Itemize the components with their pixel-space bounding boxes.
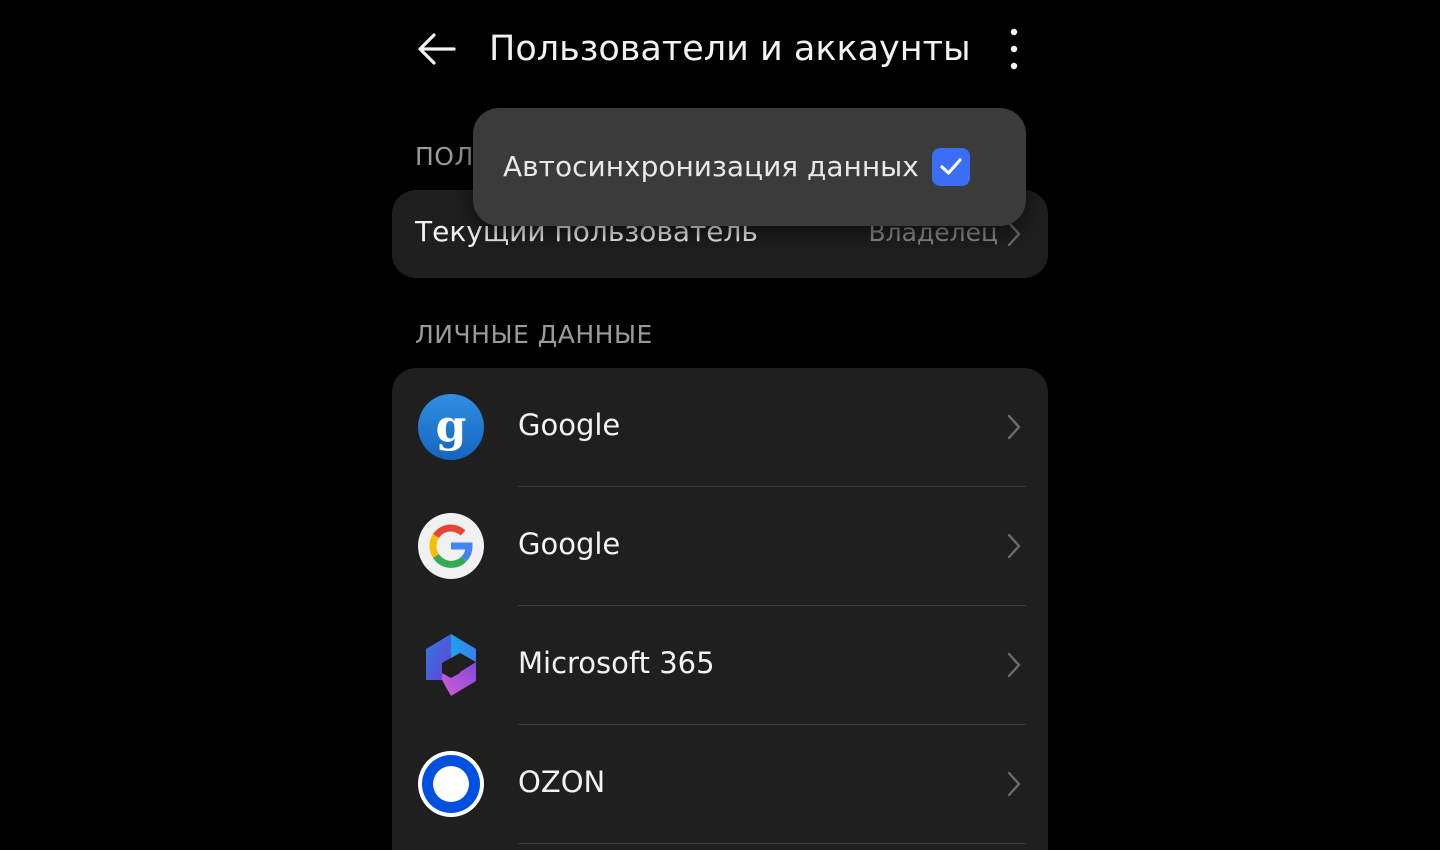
google-g-blue-icon: g: [418, 394, 484, 460]
more-vertical-icon: [1010, 28, 1018, 70]
checkmark-icon: [940, 158, 962, 175]
account-row-google-2[interactable]: Google: [392, 487, 1048, 606]
account-row-google-1[interactable]: g Google: [392, 368, 1048, 487]
chevron-right-icon: [1007, 414, 1021, 440]
section-label-users: ПОЛ: [415, 142, 474, 171]
back-button[interactable]: [414, 26, 460, 72]
overflow-menu-popup: Автосинхронизация данных: [473, 108, 1026, 226]
accounts-card: g Google Google Microsoft 365 OZON: [392, 368, 1048, 850]
users-accounts-screen: Пользователи и аккаунты ПОЛ Текущий поль…: [0, 0, 1440, 850]
arrow-left-icon: [418, 33, 456, 65]
account-row-ozon[interactable]: OZON: [392, 725, 1048, 844]
chevron-right-icon: [1007, 652, 1021, 678]
chevron-right-icon: [1007, 533, 1021, 559]
account-row-microsoft-365[interactable]: Microsoft 365: [392, 606, 1048, 725]
chevron-right-icon: [1007, 771, 1021, 797]
more-options-button[interactable]: [996, 26, 1032, 72]
divider: [518, 843, 1026, 844]
svg-text:g: g: [436, 401, 467, 452]
account-name: Microsoft 365: [518, 646, 715, 680]
microsoft-365-icon: [426, 634, 476, 696]
auto-sync-checkbox[interactable]: [932, 148, 970, 186]
account-name: Google: [518, 527, 621, 561]
auto-sync-menu-item[interactable]: Автосинхронизация данных: [473, 108, 1026, 226]
google-g-color-icon: [418, 513, 484, 579]
account-name: Google: [518, 408, 621, 442]
section-label-personal: ЛИЧНЫЕ ДАННЫЕ: [415, 320, 653, 349]
auto-sync-label: Автосинхронизация данных: [503, 150, 919, 183]
ozon-icon: [418, 751, 484, 817]
page-title: Пользователи и аккаунты: [489, 29, 971, 69]
account-name: OZON: [518, 765, 606, 799]
